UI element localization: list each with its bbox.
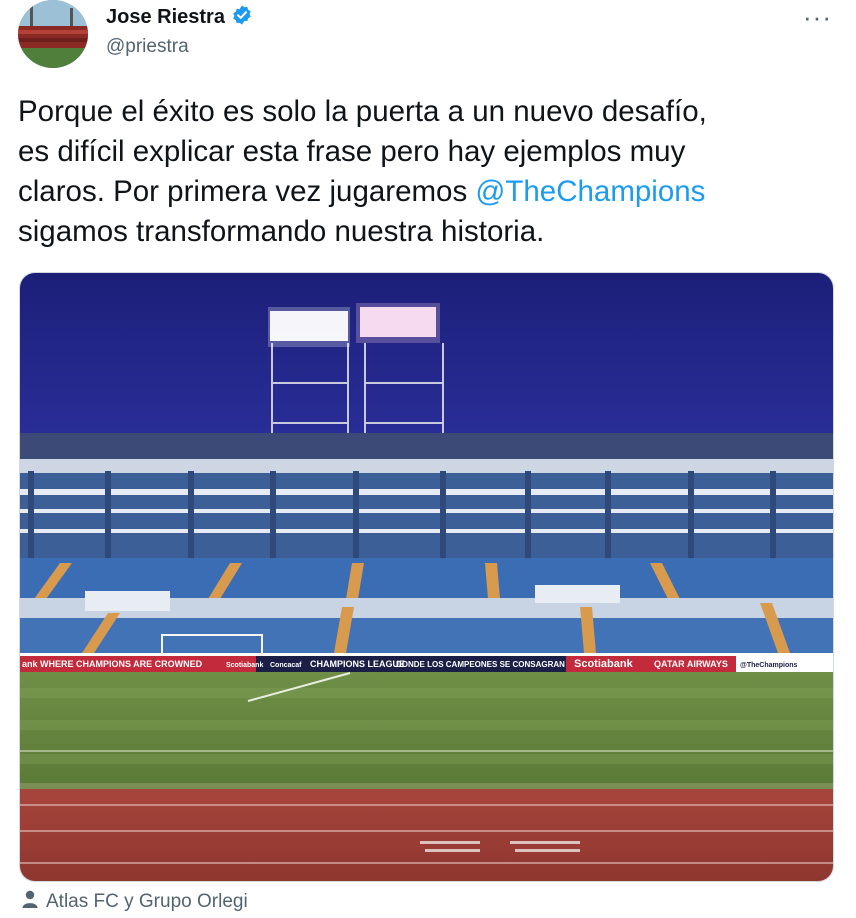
tweet-text: Porque el éxito es solo la puerta a un n… (18, 92, 828, 252)
verified-badge-icon (231, 4, 253, 31)
banner-text-spanish: DONDE LOS CAMPEONES SE CONSAGRAN (396, 660, 565, 669)
banner-text-champions-league: CHAMPIONS LEAGUE (310, 659, 405, 669)
tagged-users-label: Atlas FC y Grupo Orlegi (46, 891, 248, 912)
banner-text-scotiabank: Scotiabank (574, 658, 634, 670)
tweet-text-line: claros. Por primera vez jugaremos @TheCh… (18, 172, 828, 212)
author-name[interactable]: Jose Riestra (106, 6, 225, 29)
person-icon (22, 890, 38, 914)
author-handle[interactable]: @priestra (106, 36, 189, 58)
tweet: Jose Riestra @priestra ··· Porque el éxi… (0, 0, 856, 918)
banner-text-left: ank WHERE CHAMPIONS ARE CROWNED (22, 659, 203, 669)
author-name-row: Jose Riestra (106, 4, 253, 31)
banner-text-scotiabank-small: Scotiabank (226, 662, 263, 669)
tweet-image[interactable]: ank WHERE CHAMPIONS ARE CROWNED Scotiaba… (19, 272, 834, 882)
more-icon[interactable]: ··· (803, 2, 832, 33)
banner-text-qatar: QATAR AIRWAYS (654, 659, 728, 669)
tagged-users[interactable]: Atlas FC y Grupo Orlegi (22, 890, 248, 914)
avatar[interactable] (18, 0, 88, 68)
mention-link[interactable]: @TheChampions (475, 175, 705, 208)
tweet-text-line: Porque el éxito es solo la puerta a un n… (18, 95, 707, 128)
banner-text-concacaf: Concacaf (270, 662, 302, 669)
tweet-text-line: es difícil explicar esta frase pero hay … (18, 135, 686, 168)
banner-text-handle: @TheChampions (740, 662, 797, 669)
tweet-text-line: sigamos transformando nuestra historia. (18, 215, 545, 248)
tweet-text-segment: claros. Por primera vez jugaremos (18, 175, 476, 208)
